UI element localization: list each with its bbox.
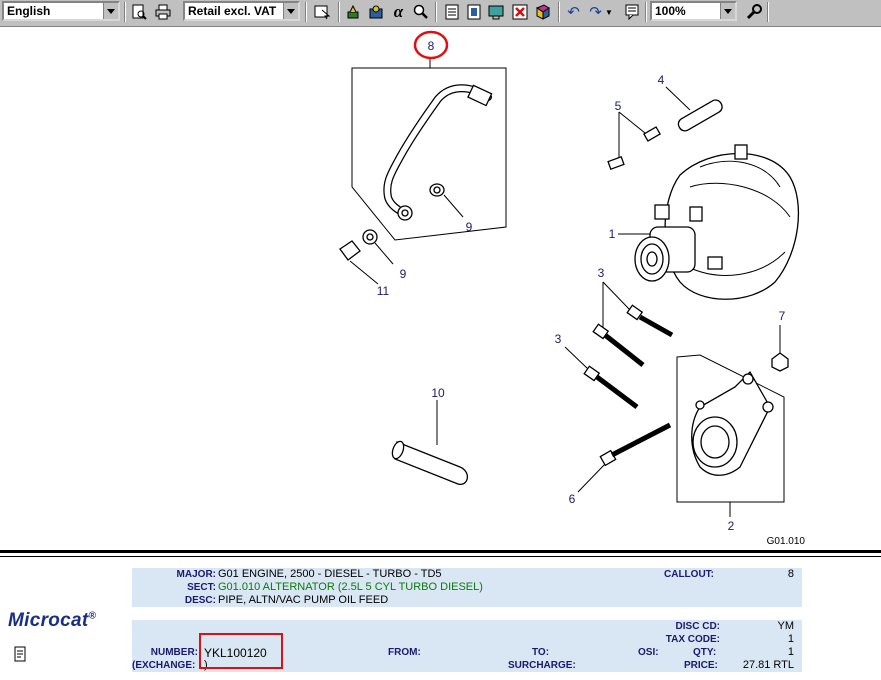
part-number-highlight xyxy=(199,633,283,669)
list-icon[interactable] xyxy=(441,2,462,22)
pointer-icon[interactable] xyxy=(312,2,333,22)
sect-label: SECT: xyxy=(187,582,216,593)
print-icon[interactable] xyxy=(152,2,173,22)
stud-6-group[interactable] xyxy=(577,422,672,493)
search-icon[interactable] xyxy=(410,2,431,22)
note-icon[interactable] xyxy=(621,2,642,22)
svg-text:11: 11 xyxy=(377,284,390,298)
info-row-blank xyxy=(132,607,802,620)
tool-a-icon[interactable] xyxy=(342,2,363,22)
callout-8-label: 8 xyxy=(428,39,435,53)
parts-list-icon[interactable] xyxy=(12,646,28,662)
qty-value: 1 xyxy=(787,646,794,658)
chevron-down-icon[interactable] xyxy=(720,3,735,19)
price-label: PRICE: xyxy=(684,660,718,671)
toolbar-separator xyxy=(435,2,437,22)
toolbar: English Retail excl. VAT α ↶ ↷ ▼ 100% xyxy=(0,0,881,27)
svg-text:6: 6 xyxy=(569,492,576,506)
panel-divider xyxy=(0,550,881,553)
toolbar-separator xyxy=(124,2,126,22)
to-label: TO: xyxy=(532,647,550,658)
price-value: 27.81 RTL xyxy=(742,659,794,671)
close-icon[interactable] xyxy=(509,2,530,22)
osi-label: OSI: xyxy=(638,647,659,658)
svg-text:9: 9 xyxy=(400,267,407,281)
oil-feed-pipe-group[interactable] xyxy=(351,57,507,241)
monitor-icon[interactable] xyxy=(485,2,506,22)
book-icon[interactable] xyxy=(532,2,553,22)
major-value: G01 ENGINE, 2500 - DIESEL - TURBO - TD5 xyxy=(218,568,442,580)
info-icon[interactable] xyxy=(463,2,484,22)
from-label: FROM: xyxy=(388,647,421,658)
svg-text:4: 4 xyxy=(658,73,665,87)
zoom-select[interactable]: 100% xyxy=(650,1,737,21)
svg-text:9: 9 xyxy=(466,220,473,234)
microcat-logo: Microcat® xyxy=(8,610,96,632)
brand-name: Microcat xyxy=(8,610,89,631)
exchange-label: (EXCHANGE: xyxy=(132,660,196,671)
undo-icon[interactable]: ↶ xyxy=(563,2,584,22)
desc-label: DESC: xyxy=(184,595,216,606)
chevron-down-icon[interactable]: ▼ xyxy=(603,2,615,22)
chevron-down-icon[interactable] xyxy=(283,3,298,19)
print-preview-icon[interactable] xyxy=(128,2,149,22)
chevron-down-icon[interactable] xyxy=(103,3,118,19)
language-select[interactable]: English xyxy=(2,1,120,21)
alpha-icon[interactable]: α xyxy=(388,2,409,22)
price-mode-select[interactable]: Retail excl. VAT xyxy=(183,1,300,21)
svg-text:1: 1 xyxy=(609,227,616,241)
hose-10-group[interactable] xyxy=(390,400,468,485)
desc-value: PIPE, ALTN/VAC PUMP OIL FEED xyxy=(218,594,389,606)
bolts-5-group[interactable] xyxy=(607,111,661,170)
diagram-reference: G01.010 xyxy=(767,536,806,547)
number-label: NUMBER: xyxy=(150,647,198,658)
toolbar-separator xyxy=(558,2,560,22)
tool-b-icon[interactable] xyxy=(365,2,386,22)
sect-value: G01.010 ALTERNATOR (2.5L 5 CYL TURBO DIE… xyxy=(218,581,483,593)
svg-text:7: 7 xyxy=(779,309,786,323)
toolbar-separator xyxy=(338,2,340,22)
qty-label: QTY: xyxy=(693,647,717,658)
major-label: MAJOR: xyxy=(176,569,216,580)
svg-text:2: 2 xyxy=(728,519,735,533)
disc-label: DISC CD: xyxy=(675,621,720,632)
zoom-value: 100% xyxy=(655,4,686,18)
dowel-4-group[interactable] xyxy=(665,86,724,133)
svg-text:10: 10 xyxy=(431,386,445,400)
bolts-3-group[interactable] xyxy=(564,281,674,409)
svg-text:3: 3 xyxy=(555,332,562,346)
language-select-value: English xyxy=(7,4,51,18)
vacuum-pump-group[interactable] xyxy=(676,354,785,517)
tax-value: 1 xyxy=(787,633,794,645)
callout-value: 8 xyxy=(787,568,794,580)
callout-label: CALLOUT: xyxy=(664,569,714,580)
toolbar-separator xyxy=(305,2,307,22)
nut-7-group[interactable] xyxy=(771,325,789,372)
svg-text:3: 3 xyxy=(598,266,605,280)
price-mode-value: Retail excl. VAT xyxy=(188,4,277,18)
tax-label: TAX CODE: xyxy=(665,634,720,645)
surcharge-label: SURCHARGE: xyxy=(508,660,576,671)
disc-value: YM xyxy=(777,620,795,632)
callout-8[interactable]: 8 xyxy=(413,30,449,60)
toolbar-separator xyxy=(645,2,647,22)
parts-diagram[interactable]: 8 9 9 11 5 4 1 3 3 7 10 6 2 G01.010 xyxy=(0,27,881,550)
wrench-icon[interactable] xyxy=(743,2,764,22)
brand-mark: ® xyxy=(88,610,97,622)
svg-text:5: 5 xyxy=(615,99,622,113)
panel-divider xyxy=(0,556,881,557)
toolbar-separator xyxy=(767,2,769,22)
alternator-group[interactable] xyxy=(618,144,800,300)
